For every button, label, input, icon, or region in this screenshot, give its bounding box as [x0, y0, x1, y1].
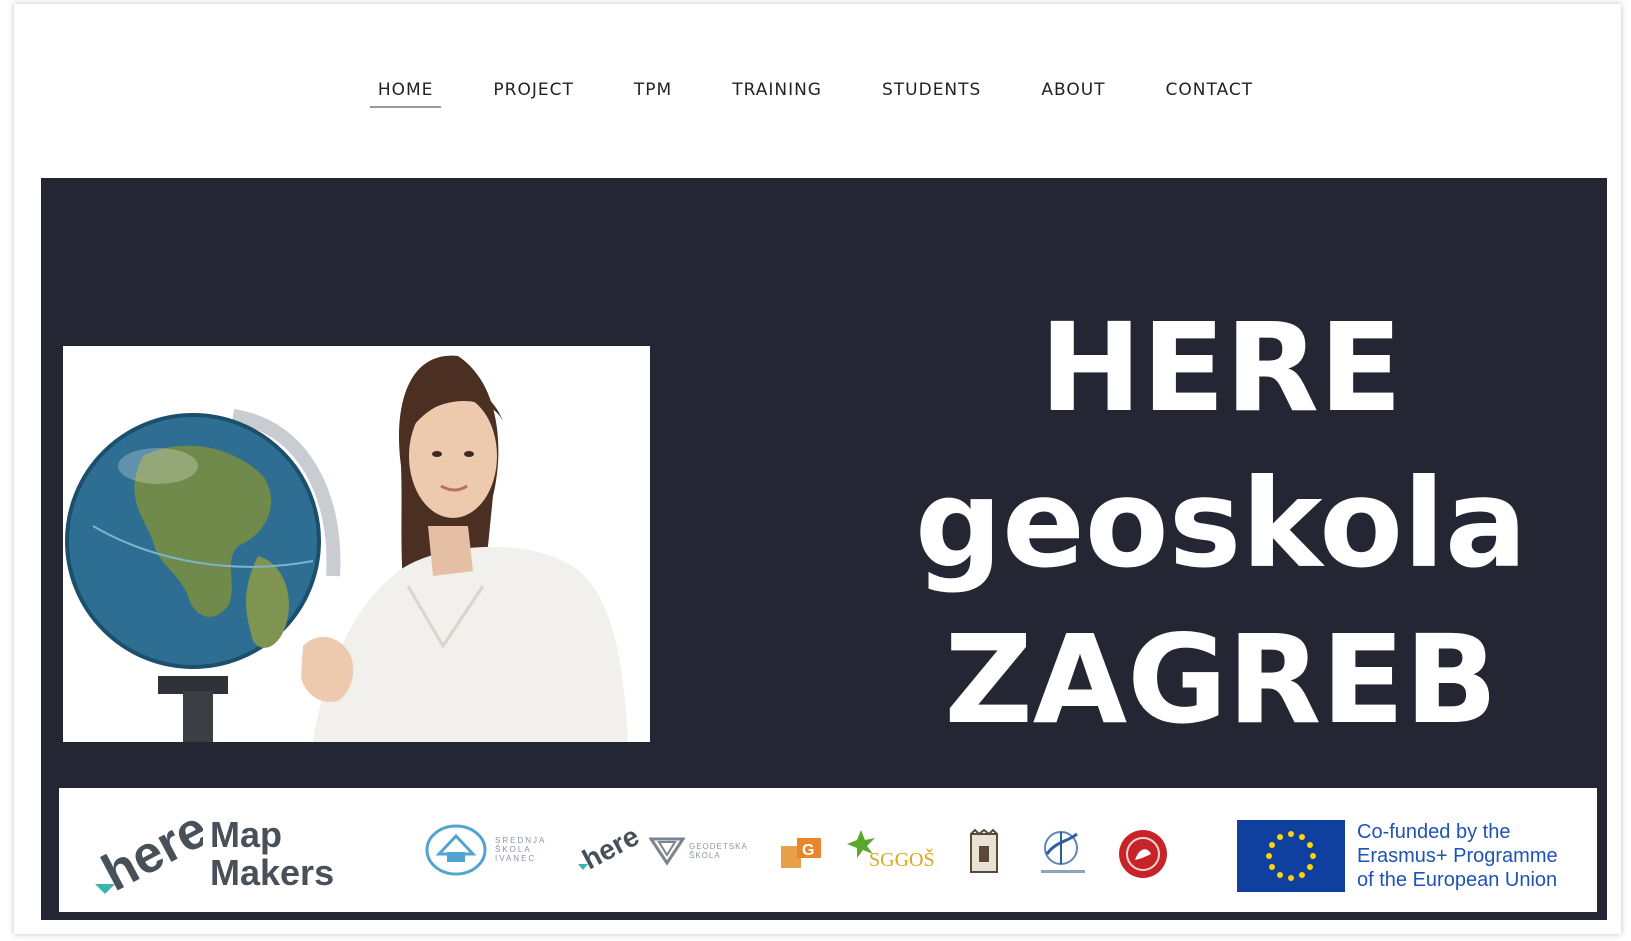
- nav-training[interactable]: TRAINING: [724, 76, 830, 108]
- headline-line-2: geoskola: [914, 453, 1528, 595]
- svg-text:SGGOŠ: SGGOŠ: [869, 847, 935, 871]
- headline-line-1: HERE: [1039, 297, 1403, 439]
- ivanec-school-emblem: [425, 824, 487, 876]
- erasmus-cofunded-text: Co-funded by the Erasmus+ Programme of t…: [1357, 821, 1558, 891]
- student-with-globe-image: [63, 346, 650, 742]
- nav-about[interactable]: ABOUT: [1033, 76, 1113, 108]
- nav-contact[interactable]: CONTACT: [1158, 76, 1262, 108]
- red-round-seal: [1117, 828, 1169, 880]
- nav-students[interactable]: STUDENTS: [874, 76, 989, 108]
- nav-project[interactable]: PROJECT: [485, 76, 581, 108]
- here-small-logo: here: [577, 820, 644, 875]
- sggos-logo: SGGOŠ: [841, 826, 945, 876]
- headline-line-3: ZAGREB: [944, 609, 1498, 751]
- map-makers-text: Map Makers: [210, 814, 335, 893]
- hero-headline: HERE geoskola ZAGREB: [901, 290, 1541, 758]
- blue-compass-emblem: [1035, 824, 1091, 878]
- svg-text:G: G: [802, 842, 814, 859]
- main-nav: HOME PROJECT TPM TRAINING STUDENTS ABOUT…: [0, 76, 1631, 108]
- orange-g-logo: G: [781, 838, 823, 870]
- nav-tpm[interactable]: TPM: [626, 76, 680, 108]
- tower-crest-icon: [967, 828, 1001, 876]
- here-logo: here: [93, 800, 217, 903]
- geodetska-school-name: GEODETSKA ŠKOLA: [689, 842, 748, 860]
- hero-banner: HERE geoskola ZAGREB here Map Makers SRE…: [41, 178, 1607, 920]
- partner-logo-strip: here Map Makers SREDNJA ŠKOLA IVANEC her…: [59, 788, 1597, 912]
- nav-home[interactable]: HOME: [369, 76, 442, 108]
- hero-photo: [63, 346, 650, 742]
- geodetska-triangle-icon: [648, 836, 686, 866]
- eu-flag-icon: [1237, 820, 1345, 892]
- svg-text:here: here: [577, 822, 641, 874]
- ivanec-school-name: SREDNJA ŠKOLA IVANEC: [495, 836, 547, 863]
